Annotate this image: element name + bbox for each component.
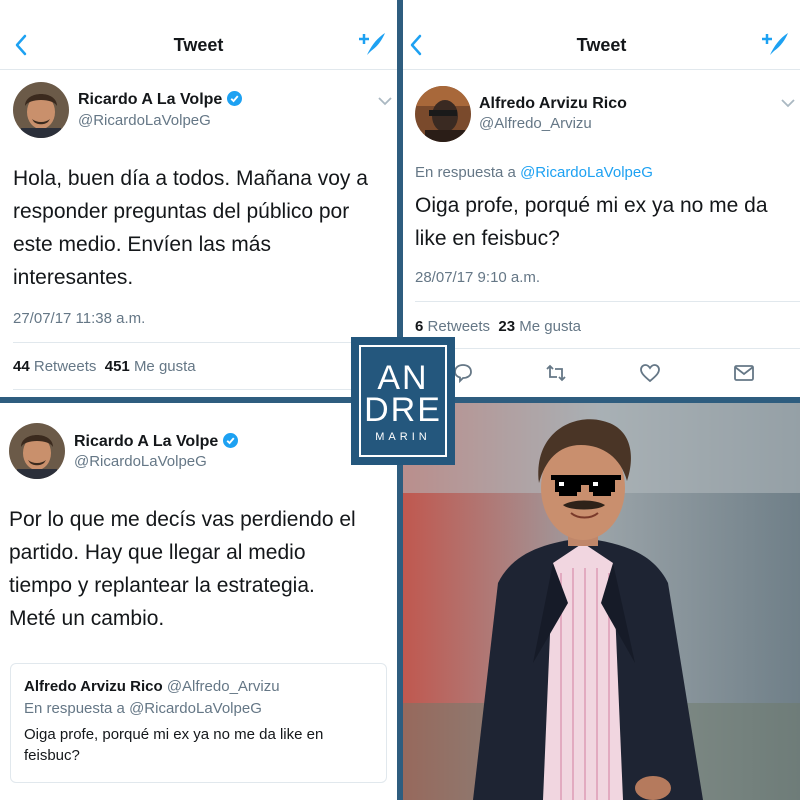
divider (415, 301, 800, 302)
tweet-stats: 6 Retweets 23 Me gusta (415, 318, 581, 335)
retweets-count[interactable]: 44 (13, 358, 30, 375)
chevron-down-icon[interactable] (378, 96, 392, 106)
message-icon[interactable] (733, 362, 755, 384)
tweet-panel-answer: Ricardo A La Volpe @RicardoLaVolpeG Por … (0, 403, 397, 800)
nav-title: Tweet (576, 35, 627, 55)
quoted-author-name: Alfredo Arvizu Rico (24, 678, 163, 695)
tweet-text: Oiga profe, porqué mi ex ya no me da lik… (415, 189, 800, 255)
reply-prefix: En respuesta a (415, 164, 516, 181)
author-handle[interactable]: @RicardoLaVolpeG (78, 112, 211, 129)
chevron-down-icon[interactable] (781, 98, 795, 108)
nav-title: Tweet (173, 35, 224, 55)
tweet-text-line: Meté un cambio. (9, 607, 165, 630)
author-name[interactable]: Ricardo A La Volpe (74, 433, 239, 451)
retweets-count[interactable]: 6 (415, 318, 423, 335)
logo-frame: AN DRE MARIN (359, 345, 447, 457)
compose-tweet-icon[interactable] (760, 30, 790, 58)
compose-tweet-icon[interactable] (357, 30, 387, 58)
tweet-text-line: responder preguntas del público por (13, 200, 350, 223)
likes-label[interactable]: Me gusta (134, 358, 196, 375)
tweet-text-line: like en feisbuc? (415, 227, 560, 250)
tweet-navbar: Tweet (403, 0, 800, 70)
tweet-text-line: interesantes. (13, 266, 134, 289)
quoted-text-line: Oiga profe, porqué mi ex ya no me da lik… (24, 726, 324, 743)
andre-marin-watermark-logo: AN DRE MARIN (351, 337, 455, 465)
tweet-text-line: este medio. Envíen las más (13, 233, 271, 256)
retweets-label[interactable]: Retweets (428, 318, 491, 335)
reply-mention-link[interactable]: @RicardoLaVolpeG (520, 164, 653, 181)
tweet-text-line: tiempo y replantear la estrategia. (9, 574, 315, 597)
logo-line-3: MARIN (375, 431, 431, 443)
likes-count[interactable]: 23 (498, 318, 515, 335)
quoted-tweet[interactable]: Alfredo Arvizu Rico @Alfredo_Arvizu En r… (10, 663, 387, 783)
tweet-navbar: Tweet (0, 0, 397, 70)
tweet-text-line: partido. Hay que llegar al medio (9, 541, 306, 564)
quoted-author-handle: @Alfredo_Arvizu (166, 678, 280, 695)
divider (13, 389, 397, 390)
photo-panel (403, 403, 800, 800)
avatar[interactable] (9, 423, 65, 479)
quoted-author: Alfredo Arvizu Rico @Alfredo_Arvizu (24, 678, 280, 695)
logo-line-1: AN (377, 359, 429, 397)
likes-label[interactable]: Me gusta (519, 318, 581, 335)
quoted-reply-context: En respuesta a @RicardoLaVolpeG (24, 700, 262, 717)
tweet-text: Por lo que me decís vas perdiendo el par… (9, 503, 394, 635)
coach-photo (403, 403, 800, 800)
tweet-timestamp: 28/07/17 9:10 a.m. (415, 269, 541, 286)
avatar[interactable] (415, 86, 471, 142)
tweet-text-line: Hola, buen día a todos. Mañana voy a (13, 167, 368, 190)
reply-icon[interactable] (452, 362, 474, 384)
logo-line-2: DRE (364, 391, 442, 429)
tweet-panel-reply: Tweet Alfredo Arvizu Rico @Alfredo_Arviz… (403, 0, 800, 397)
tweet-stats: 44 Retweets 451 Me gusta (13, 358, 196, 375)
like-icon[interactable] (639, 362, 661, 384)
tweet-timestamp: 27/07/17 11:38 a.m. (13, 310, 146, 327)
tweet-text-line: Por lo que me decís vas perdiendo el (9, 508, 356, 531)
tweet-text-line: Oiga profe, porqué mi ex ya no me da (415, 194, 768, 217)
author-handle[interactable]: @RicardoLaVolpeG (74, 453, 207, 470)
avatar[interactable] (13, 82, 69, 138)
quoted-text-line: feisbuc? (24, 747, 80, 764)
tweet-panel-original: Tweet Ricardo A La Volpe @RicardoLaVolpe… (0, 0, 397, 397)
author-handle[interactable]: @Alfredo_Arvizu (479, 115, 592, 132)
divider (415, 348, 800, 349)
retweet-icon[interactable] (545, 362, 567, 384)
divider (13, 342, 397, 343)
retweets-label[interactable]: Retweets (34, 358, 97, 375)
verified-badge-icon (223, 433, 239, 448)
tweet-text: Hola, buen día a todos. Mañana voy a res… (13, 162, 393, 294)
author-name[interactable]: Alfredo Arvizu Rico (479, 95, 627, 113)
reply-context: En respuesta a @RicardoLaVolpeG (415, 164, 653, 181)
likes-count[interactable]: 451 (105, 358, 130, 375)
verified-badge-icon (227, 91, 243, 106)
quoted-tweet-text: Oiga profe, porqué mi ex ya no me da lik… (24, 724, 374, 766)
author-name[interactable]: Ricardo A La Volpe (78, 91, 243, 109)
